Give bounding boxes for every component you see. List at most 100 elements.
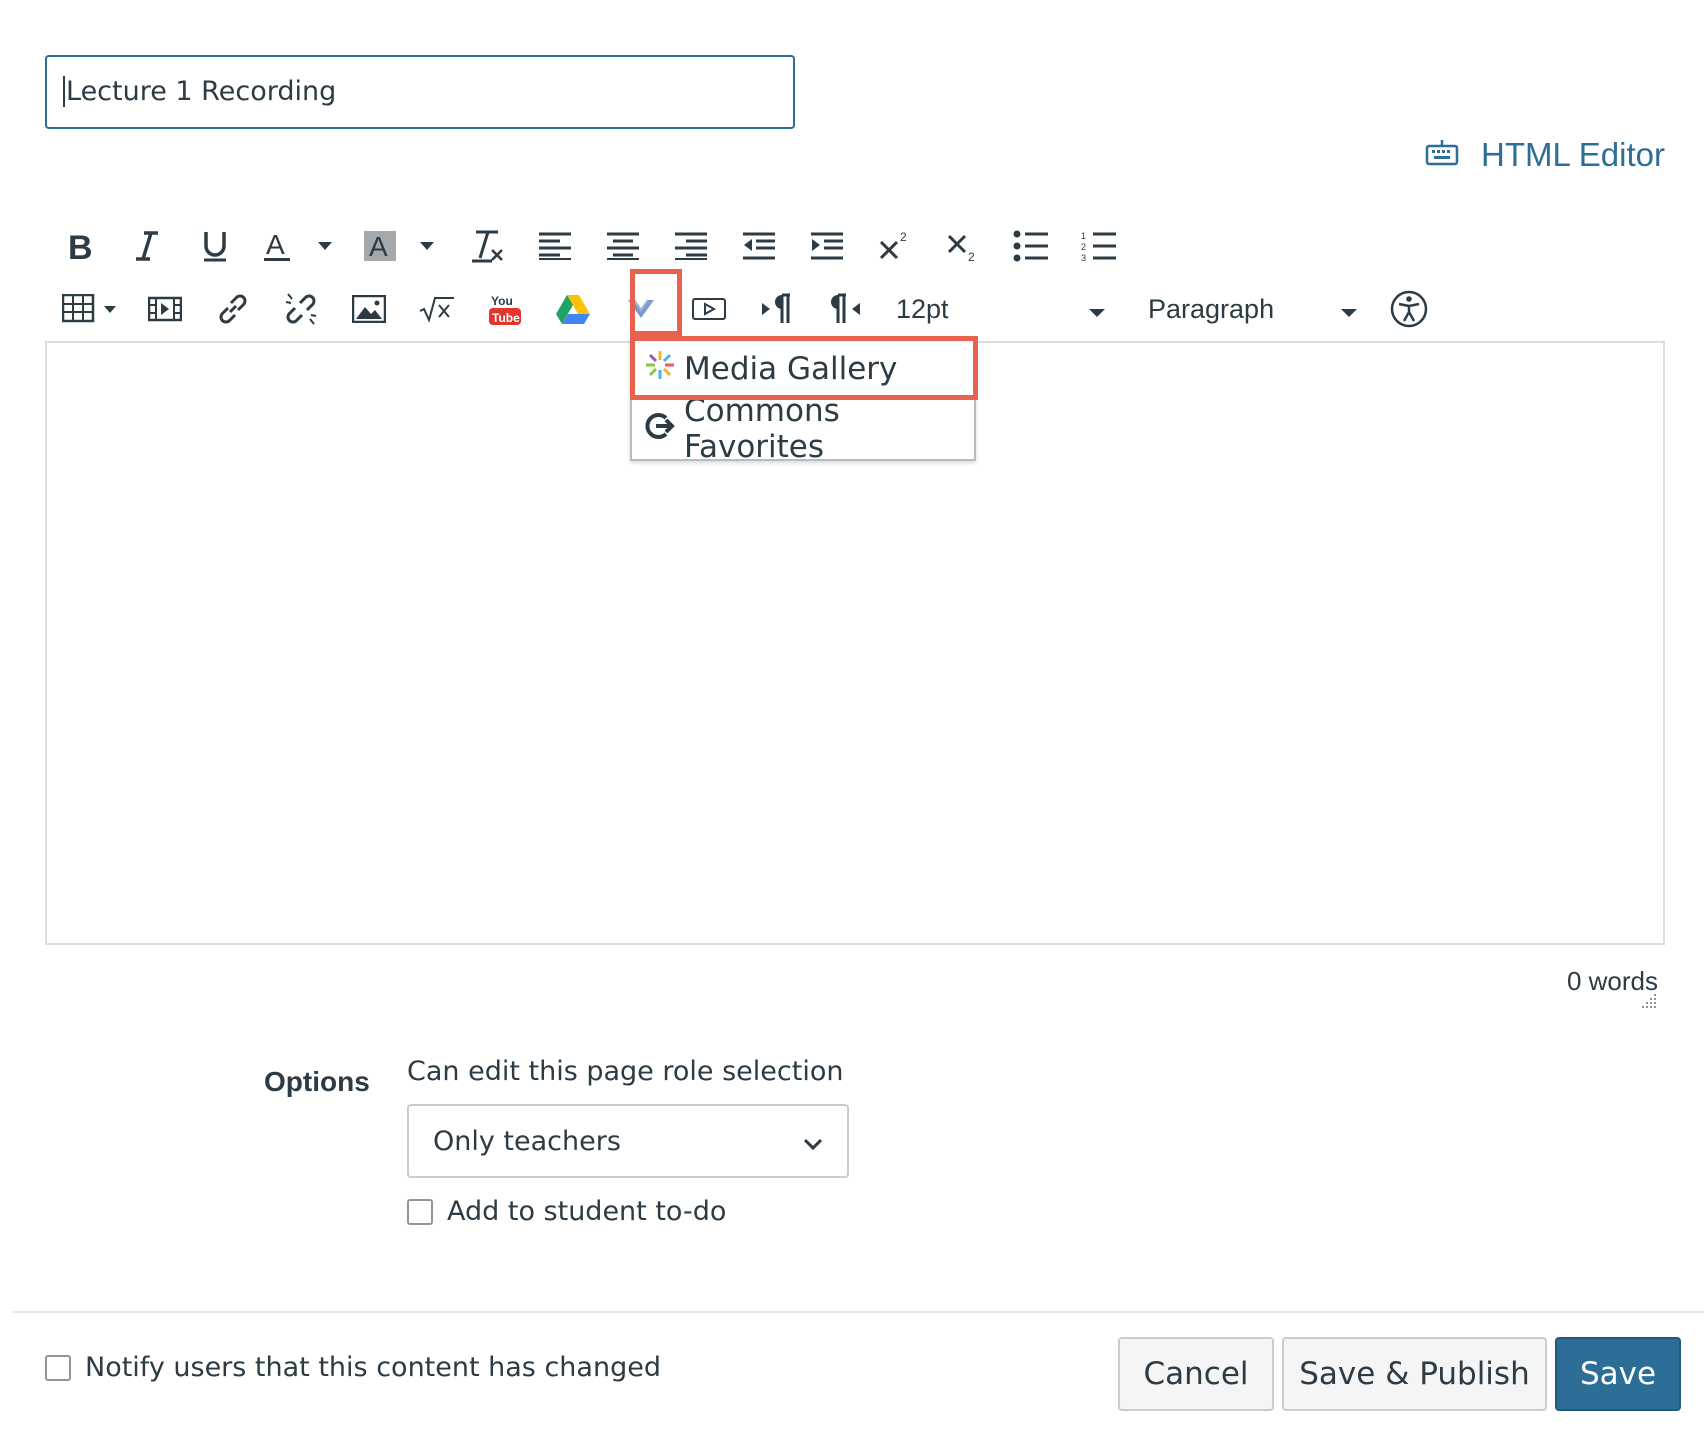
- block-format-value: Paragraph: [1148, 293, 1275, 324]
- numbered-list-icon: 123: [1081, 230, 1117, 262]
- page-title-input[interactable]: Lecture 1 Recording: [45, 55, 795, 129]
- align-left-button[interactable]: [532, 223, 578, 269]
- background-color-icon: A: [362, 228, 442, 264]
- outdent-button[interactable]: [736, 223, 782, 269]
- film-icon: [148, 296, 182, 322]
- superscript-icon: 2: [878, 230, 912, 262]
- commons-share-icon: [644, 409, 676, 449]
- ltr-paragraph-icon: [760, 293, 794, 325]
- resize-handle-icon[interactable]: [1638, 992, 1658, 1017]
- superscript-button[interactable]: 2: [872, 223, 918, 269]
- align-center-button[interactable]: [600, 223, 646, 269]
- svg-text:A: A: [369, 231, 388, 262]
- block-format-select[interactable]: Paragraph: [1148, 286, 1358, 332]
- align-center-icon: [606, 231, 640, 261]
- student-todo-label: Add to student to-do: [447, 1196, 727, 1227]
- svg-text:B: B: [68, 229, 93, 263]
- rtl-paragraph-icon: [828, 293, 862, 325]
- align-left-icon: [538, 231, 572, 261]
- media-button[interactable]: [142, 286, 188, 332]
- kaltura-v-icon: [626, 296, 656, 322]
- chevron-down-icon: [1340, 294, 1358, 325]
- html-editor-label: HTML Editor: [1481, 136, 1665, 173]
- bullet-list-button[interactable]: [1008, 223, 1054, 269]
- notify-checkbox[interactable]: [45, 1354, 71, 1381]
- bullet-list-icon: [1013, 230, 1049, 262]
- outdent-icon: [742, 231, 776, 261]
- text-color-button[interactable]: A: [260, 223, 340, 269]
- keyboard-icon: [1425, 136, 1459, 174]
- page-title-value: Lecture 1 Recording: [66, 76, 337, 107]
- chevron-down-icon: [803, 1126, 823, 1157]
- student-todo-checkbox[interactable]: [407, 1198, 433, 1225]
- save-button[interactable]: Save: [1555, 1337, 1681, 1411]
- youtube-button[interactable]: You Tube: [482, 286, 528, 332]
- font-size-value: 12pt: [896, 293, 949, 324]
- table-icon: [62, 294, 120, 324]
- ltr-button[interactable]: [754, 286, 800, 332]
- link-button[interactable]: [210, 286, 256, 332]
- italic-button[interactable]: [124, 223, 170, 269]
- notify-row: Notify users that this content has chang…: [45, 1352, 661, 1383]
- accessibility-checker-button[interactable]: [1386, 286, 1432, 332]
- clear-formatting-button[interactable]: [464, 223, 510, 269]
- background-color-button[interactable]: A: [362, 223, 442, 269]
- cancel-button[interactable]: Cancel: [1118, 1337, 1274, 1411]
- kaltura-dropdown-menu: Media Gallery Commons Favorites: [630, 337, 976, 465]
- bold-button[interactable]: B: [56, 223, 102, 269]
- svg-text:2: 2: [900, 230, 907, 244]
- menu-item-label: Commons Favorites: [684, 393, 840, 465]
- kaltura-sparkle-icon: [644, 349, 676, 389]
- menu-item-commons-favorites[interactable]: Commons Favorites: [632, 393, 974, 465]
- unlink-button[interactable]: [278, 286, 324, 332]
- accessibility-icon: [1390, 290, 1428, 328]
- notify-label: Notify users that this content has chang…: [85, 1352, 661, 1383]
- google-drive-button[interactable]: [550, 286, 596, 332]
- unlink-icon: [283, 291, 319, 327]
- align-right-icon: [674, 231, 708, 261]
- role-select[interactable]: Only teachers: [407, 1104, 849, 1178]
- image-icon: [352, 295, 386, 323]
- font-size-select[interactable]: 12pt: [896, 286, 1106, 332]
- html-editor-link[interactable]: HTML Editor: [1425, 136, 1665, 174]
- toolbar-row-2: You Tube 12pt Paragraph: [62, 286, 1432, 332]
- bold-icon: B: [64, 229, 94, 263]
- chevron-down-icon: [1088, 294, 1106, 325]
- video-button[interactable]: [686, 286, 732, 332]
- svg-text:2: 2: [968, 250, 975, 262]
- svg-text:2: 2: [1081, 242, 1086, 252]
- numbered-list-button[interactable]: 123: [1076, 223, 1122, 269]
- play-box-icon: [692, 296, 726, 322]
- text-color-icon: A: [260, 228, 340, 264]
- indent-button[interactable]: [804, 223, 850, 269]
- underline-button[interactable]: [192, 223, 238, 269]
- role-selection-label: Can edit this page role selection: [407, 1056, 844, 1087]
- menu-item-media-gallery[interactable]: Media Gallery: [632, 339, 974, 399]
- svg-text:You: You: [491, 294, 513, 308]
- svg-text:Tube: Tube: [492, 311, 520, 325]
- menu-item-label: Media Gallery: [684, 351, 898, 387]
- equation-button[interactable]: [414, 286, 460, 332]
- align-right-button[interactable]: [668, 223, 714, 269]
- italic-icon: [132, 229, 162, 263]
- clear-formatting-icon: [470, 228, 504, 264]
- subscript-button[interactable]: 2: [940, 223, 986, 269]
- toolbar-row-1: B A A 2 2 123: [56, 223, 1122, 269]
- youtube-icon: You Tube: [488, 292, 522, 326]
- table-button[interactable]: [62, 286, 120, 332]
- role-select-value: Only teachers: [433, 1125, 621, 1157]
- save-and-publish-button[interactable]: Save & Publish: [1282, 1337, 1547, 1411]
- google-drive-icon: [555, 293, 591, 325]
- underline-icon: [200, 229, 230, 263]
- svg-text:A: A: [266, 229, 285, 260]
- image-button[interactable]: [346, 286, 392, 332]
- svg-text:1: 1: [1081, 231, 1086, 241]
- kaltura-menu-button[interactable]: [618, 286, 664, 332]
- square-root-icon: [419, 295, 455, 323]
- subscript-icon: 2: [946, 230, 980, 262]
- indent-icon: [810, 231, 844, 261]
- rtl-button[interactable]: [822, 286, 868, 332]
- student-todo-row: Add to student to-do: [407, 1196, 726, 1227]
- svg-text:3: 3: [1081, 253, 1086, 262]
- link-icon: [216, 292, 250, 326]
